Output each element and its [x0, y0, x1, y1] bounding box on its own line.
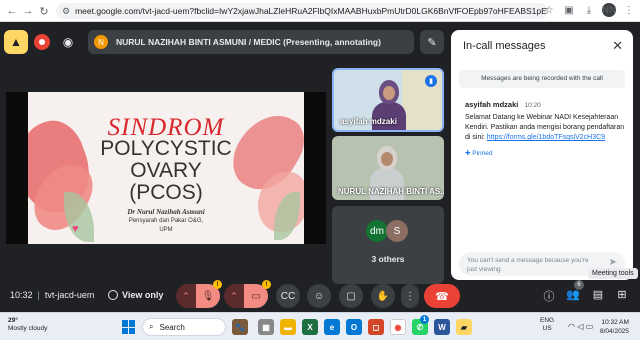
star-icon[interactable]: ☆	[542, 5, 556, 16]
more-options-button[interactable]: ⋮	[401, 284, 419, 308]
others-count-label: 3 others	[371, 254, 405, 264]
others-tile[interactable]: dm S 3 others	[332, 206, 444, 284]
meet-stage: ▲ ◉ N NURUL NAZIHAH BINTI ASMUNI / MEDIC…	[0, 22, 640, 312]
profile-avatar[interactable]: NN	[602, 3, 616, 17]
activities-icon[interactable]: ⊞	[614, 288, 630, 301]
extensions-icon[interactable]: ▣	[562, 5, 576, 16]
slide-institution: UPM	[159, 227, 173, 233]
mic-options-chevron-icon[interactable]: ⌃	[176, 284, 196, 308]
avatar: S	[386, 220, 408, 242]
close-icon[interactable]: ✕	[612, 38, 623, 54]
excel-icon[interactable]: X	[302, 319, 318, 335]
info-icon[interactable]: ⓘ	[541, 288, 557, 304]
meeting-tools-tooltip: Meeting tools	[588, 268, 638, 279]
word-icon[interactable]: W	[434, 319, 450, 335]
recording-note: Messages are being recorded with the cal…	[459, 70, 625, 88]
outlook-icon[interactable]: O	[346, 319, 362, 335]
camera-options-chevron-icon[interactable]: ⌃	[224, 284, 244, 308]
pin-icon[interactable]: ▲	[4, 30, 28, 54]
reload-icon[interactable]: ↻	[36, 3, 52, 19]
mic-warning-icon: !	[213, 280, 222, 289]
weather-desc: Mostly cloudy	[8, 325, 48, 332]
search-icon: ⌕	[149, 322, 154, 331]
people-count-badge: 6	[574, 280, 584, 290]
site-info-icon[interactable]: ⚙	[62, 6, 70, 17]
view-only-icon	[108, 290, 118, 300]
download-icon[interactable]: ⤓	[582, 5, 596, 16]
participant-name: asyifah mdzaki	[340, 117, 397, 126]
sticky-notes-icon[interactable]: ▰	[456, 319, 472, 335]
address-bar[interactable]: ⚙ meet.google.com/tvt-jacd-uem?fbclid=Iw…	[56, 3, 548, 19]
pinned-label: ✚ Pinned	[465, 150, 493, 157]
slide-role: Pensyarah dan Pakar O&G,	[128, 218, 204, 224]
system-tray[interactable]: ◠ ◁ ▭	[568, 322, 593, 331]
heart-icon: ♥	[72, 223, 79, 235]
presenter-label: NURUL NAZIHAH BINTI ASMUNI / MEDIC (Pres…	[116, 37, 381, 47]
wifi-icon[interactable]: ◠	[568, 322, 575, 331]
chat-icon[interactable]: ▤	[590, 288, 606, 301]
back-icon[interactable]: ←	[4, 3, 20, 19]
captions-button[interactable]: CC	[276, 284, 300, 308]
windows-taskbar: 29° Mostly cloudy ⌕ Search 🐾 ▦ ▬ X e O ◻…	[0, 312, 640, 340]
pin-icon: ✚	[465, 150, 471, 157]
message-time: 10:20	[524, 102, 541, 109]
emoji-button[interactable]: ☺	[307, 284, 331, 308]
slide-title-line3: (PCOS)	[129, 181, 203, 204]
participant-tile[interactable]: NURUL NAZIHAH BINTI AS...	[332, 136, 444, 200]
task-view-icon[interactable]: ▦	[258, 319, 274, 335]
whatsapp-badge: 1	[420, 315, 429, 324]
office-icon[interactable]: ◻	[368, 319, 384, 335]
slide-title-line1: POLYCYSTIC	[100, 137, 232, 160]
bottom-control-bar: 10:32 | tvt-jacd-uem View only ⌃ 🎙 ! ⌃ ▭ !…	[0, 280, 640, 312]
presentation-area: SINDROM POLYCYSTIC OVARY (PCOS) Dr Nurul…	[6, 92, 326, 244]
speaking-indicator-icon: ▮	[425, 75, 437, 87]
volume-icon[interactable]: ◁	[577, 322, 583, 331]
panel-title: In-call messages	[463, 40, 546, 52]
cats-widget-icon[interactable]: 🐾	[232, 319, 248, 335]
meeting-code: tvt-jacd-uem	[44, 290, 95, 300]
message-input-placeholder: You can't send a message because you're …	[467, 257, 589, 273]
eye-icon[interactable]: ◉	[56, 30, 80, 54]
menu-icon[interactable]: ⋮	[622, 5, 636, 16]
participant-name: NURUL NAZIHAH BINTI AS...	[338, 187, 444, 196]
file-explorer-icon[interactable]: ▬	[280, 319, 296, 335]
edge-icon[interactable]: e	[324, 319, 340, 335]
raise-hand-button[interactable]: ✋	[371, 284, 395, 308]
avatar: dm	[366, 220, 388, 242]
windows-start-icon[interactable]	[122, 320, 136, 334]
presenter-name-chip: N NURUL NAZIHAH BINTI ASMUNI / MEDIC (Pr…	[88, 30, 414, 54]
forward-icon[interactable]: →	[20, 3, 36, 19]
language-indicator[interactable]: ENG US	[540, 317, 554, 333]
chrome-icon[interactable]: ◉	[390, 319, 406, 335]
leave-call-button[interactable]: ☎	[424, 284, 460, 308]
present-button[interactable]: ▢	[339, 284, 363, 308]
message-header: asyifah mdzaki 10:20	[465, 100, 541, 109]
participant-tile[interactable]: ▮ asyifah mdzaki	[332, 68, 444, 132]
registration-link[interactable]: https://forms.gle/1bdoTFsqsjV2cH3C9	[487, 134, 605, 141]
meeting-time: 10:32	[10, 290, 33, 300]
taskbar-clock[interactable]: 10:32 AM 8/04/2025	[600, 318, 629, 336]
annotate-pen-icon[interactable]: ✎	[420, 30, 444, 54]
view-only-indicator: View only	[108, 290, 163, 300]
meeting-time-code: 10:32 | tvt-jacd-uem	[10, 290, 95, 300]
url-text: meet.google.com/tvt-jacd-uem?fbclid=IwY2…	[75, 6, 548, 16]
slide: SINDROM POLYCYSTIC OVARY (PCOS) Dr Nurul…	[28, 92, 304, 244]
presenter-avatar: N	[94, 35, 108, 49]
weather-widget[interactable]: 29° Mostly cloudy	[8, 317, 47, 333]
message-body: Selamat Datang ke Webinar NADI Kesejahte…	[465, 113, 625, 143]
slide-author: Dr Nurul Nazihah Asmuni	[127, 208, 205, 216]
send-icon: ➤	[608, 257, 617, 268]
in-call-messages-panel: In-call messages ✕ Messages are being re…	[451, 30, 633, 280]
recording-icon[interactable]	[30, 30, 54, 54]
battery-icon[interactable]: ▭	[586, 322, 594, 331]
message-sender: asyifah mdzaki	[465, 100, 519, 109]
slide-title-line2: OVARY	[130, 159, 202, 182]
browser-toolbar: ← → ↻ ⚙ meet.google.com/tvt-jacd-uem?fbc…	[0, 0, 640, 22]
weather-temp: 29°	[8, 317, 18, 324]
camera-warning-icon: !	[262, 280, 271, 289]
taskbar-search[interactable]: ⌕ Search	[142, 318, 226, 336]
